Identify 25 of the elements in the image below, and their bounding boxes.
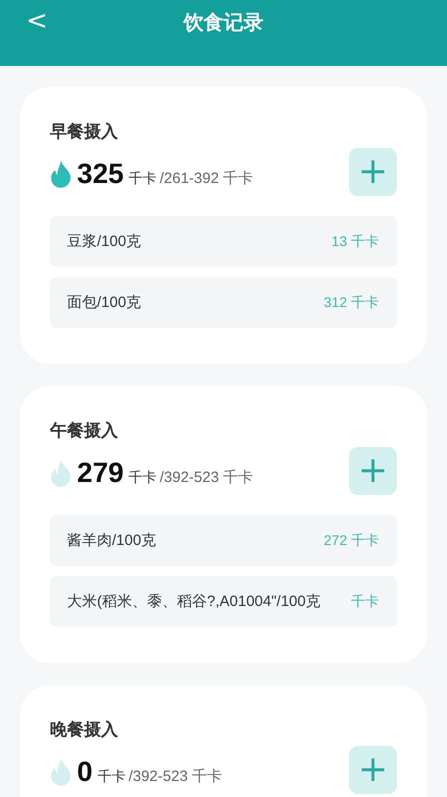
food-kcal: 千卡: [351, 592, 379, 610]
meal-title: 午餐摄入: [50, 420, 119, 443]
food-name: 面包/100克: [67, 293, 142, 312]
food-kcal: 13 千卡: [332, 232, 379, 250]
kcal-value: 279: [77, 457, 124, 489]
food-name: 大米(稻米、黍、稻谷?,A01004"/100克: [67, 592, 321, 611]
kcal-unit: 千卡: [128, 170, 157, 188]
kcal-value: 0: [77, 756, 93, 788]
kcal-range: /392-523 千卡: [128, 767, 222, 786]
page-title: 饮食记录: [184, 8, 264, 36]
kcal-value: 325: [77, 158, 124, 190]
meal-title: 早餐摄入: [50, 121, 119, 144]
food-name: 酱羊肉/100克: [67, 531, 156, 550]
kcal-unit: 千卡: [98, 768, 126, 786]
food-name: 豆浆/100克: [67, 232, 142, 251]
kcal-unit: 千卡: [128, 469, 157, 487]
meal-title: 晚餐摄入: [50, 719, 119, 742]
kcal-range: /261-392 千卡: [160, 169, 254, 188]
kcal-range: /392-523 千卡: [160, 468, 254, 487]
food-item[interactable]: 豆浆/100克 13 千卡: [50, 216, 397, 267]
food-kcal: 312 千卡: [324, 294, 379, 312]
food-item[interactable]: 酱羊肉/100克 272 千卡: [50, 515, 397, 566]
food-kcal: 272 千卡: [324, 532, 379, 550]
food-item[interactable]: 大米(稻米、黍、稻谷?,A01004"/100克 千卡: [50, 576, 397, 627]
food-item[interactable]: 面包/100克 312 千卡: [50, 277, 397, 328]
